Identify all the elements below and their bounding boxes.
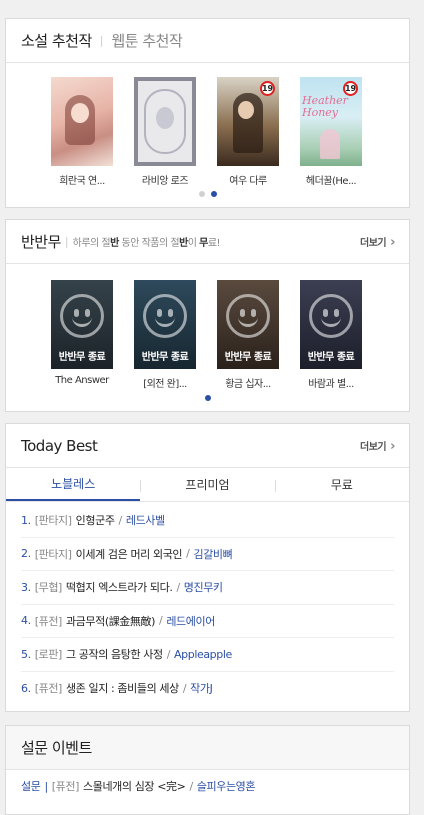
recommend-header: 소설 추천작 | 웹툰 추천작 [6,19,409,63]
carousel-dot-active[interactable] [210,191,217,197]
ranking-item[interactable]: 3. [무협] 떡협지 엑스트라가 되다. / 명진무키 [21,571,394,605]
author-link[interactable]: 명진무키 [184,579,223,595]
book-title: 바람과 별... [308,379,354,390]
author-link[interactable]: Appleapple [174,648,232,661]
survey-title: 설문 이벤트 [21,739,92,757]
banbanmu-end-label: 반반무 종료 [58,352,106,363]
tab-free[interactable]: 무료 [274,468,409,501]
today-best-header: Today Best 더보기 [6,424,409,468]
survey-tag: 설문 [21,780,41,793]
book-item[interactable]: 반반무 종료 [외전 완]... [134,280,196,390]
author-link[interactable]: 김갈비뼈 [193,546,232,562]
book-cover[interactable]: 반반무 종료 [300,280,362,369]
ranking-list: 1. [판타지] 인형군주 / 레드사벨 2. [판타지] 이세계 검은 머리 외국인 / 김갈… [6,502,409,705]
survey-header: 설문 이벤트 [6,726,409,770]
banbanmu-end-label: 반반무 종료 [224,352,272,363]
ranking-item[interactable]: 6. [퓨전] 생존 일지 : 좀비들의 세상 / 작가J [21,672,394,706]
smile-icon [226,294,270,338]
book-title: 여우 다루 [229,176,267,187]
banbanmu-subtitle: 하루의 절반 동안 작품의 절반이 무료! [72,238,221,249]
book-title: 라비앙 로즈 [141,176,189,187]
ranking-item[interactable]: 1. [판타지] 인형군주 / 레드사벨 [21,504,394,538]
author-link[interactable]: 레드에이어 [166,613,215,629]
ranking-item[interactable]: 5. [로판] 그 공작의 음탕한 사정 / Appleapple [21,638,394,672]
banbanmu-more-link[interactable]: 더보기 [360,234,395,250]
book-cover[interactable] [134,77,196,166]
title-divider: | [64,235,69,248]
tab-webtoon-recommend[interactable]: 웹툰 추천작 [112,30,183,51]
book-item[interactable]: 19 여우 다루 [217,77,279,187]
smile-icon [60,294,104,338]
book-cover[interactable]: Heather Honey 19 [300,77,362,166]
smile-icon [143,294,187,338]
today-best-title: Today Best [21,436,98,455]
book-cover[interactable]: 반반무 종료 [217,280,279,369]
book-item[interactable]: Heather Honey 19 헤더꿀(He... [300,77,362,187]
survey-divider: | [44,779,48,793]
book-item[interactable]: 반반무 종료 황금 십자... [217,280,279,390]
book-title: 황금 십자... [225,379,271,390]
tab-premium[interactable]: 프리미엄 [140,468,274,501]
ranking-item[interactable]: 2. [판타지] 이세계 검은 머리 외국인 / 김갈비뼈 [21,538,394,571]
cover-title-text: Heather Honey [302,94,348,119]
book-cover[interactable]: 반반무 종료 [51,280,113,369]
book-item[interactable]: 반반무 종료 바람과 별... [300,280,362,390]
book-title: The Answer [55,375,109,386]
today-best-tabs: 노블레스 프리미엄 무료 [6,468,409,502]
banbanmu-end-label: 반반무 종료 [307,352,355,363]
author-link[interactable]: 레드사벨 [126,512,165,528]
smile-icon [309,294,353,338]
tab-novel-recommend[interactable]: 소설 추천작 [21,30,92,51]
book-cover[interactable]: 반반무 종료 [134,280,196,369]
tab-divider: | [99,34,104,47]
tab-noblesse[interactable]: 노블레스 [6,468,141,501]
author-link[interactable]: 슬피우는영혼 [197,778,256,794]
book-cover[interactable]: 19 [217,77,279,166]
carousel-dots [6,395,409,401]
adult-19-badge: 19 [260,81,275,96]
carousel-dot-active[interactable] [204,395,211,401]
today-best-more-link[interactable]: 더보기 [360,438,395,454]
book-item[interactable]: 반반무 종료 The Answer [51,280,113,390]
banbanmu-panel: 반반무 | 하루의 절반 동안 작품의 절반이 무료! 더보기 반반무 종료 T… [5,219,410,412]
adult-19-badge: 19 [343,81,358,96]
book-title: 헤더꿀(He... [305,176,357,187]
carousel-dot[interactable] [198,191,205,197]
book-item[interactable]: 희란국 연... [51,77,113,187]
banbanmu-end-label: 반반무 종료 [141,352,189,363]
book-item[interactable]: 라비앙 로즈 [134,77,196,187]
ranking-item[interactable]: 4. [퓨전] 과금무적(課金無敵) / 레드에이어 [21,605,394,638]
book-cover[interactable] [51,77,113,166]
banbanmu-title: 반반무 [21,233,61,251]
banbanmu-book-list: 반반무 종료 The Answer 반반무 종료 [외전 완]... 반반무 종… [51,280,362,390]
author-link[interactable]: 작가J [190,680,213,696]
banbanmu-header: 반반무 | 하루의 절반 동안 작품의 절반이 무료! 더보기 [6,220,409,264]
book-title: [외전 완]... [143,379,187,390]
recommend-book-list: 희란국 연... 라비앙 로즈 19 여우 다루 Heather Honey 1… [51,77,362,187]
carousel-dots [6,191,409,197]
recommend-panel: 소설 추천작 | 웹툰 추천작 희란국 연... 라비앙 로즈 19 여우 다루… [5,18,410,208]
today-best-panel: Today Best 더보기 노블레스 프리미엄 무료 1.[판타지]인형군주/… [5,423,410,712]
book-title: 희란국 연... [59,176,105,187]
survey-item[interactable]: 설문 | [퓨전] 스몰네개의 심장 <完> / 슬피우는영혼 [21,770,394,802]
